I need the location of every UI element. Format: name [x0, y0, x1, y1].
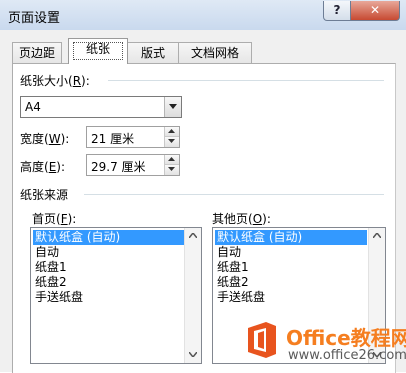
group-divider [84, 194, 384, 195]
width-label: 宽度(W): [20, 132, 70, 146]
width-value: 21 厘米 [91, 132, 135, 146]
height-increment-button[interactable] [165, 155, 179, 165]
chevron-up-icon [373, 233, 381, 238]
chevron-down-icon [169, 104, 177, 109]
chevron-up-icon [189, 233, 197, 238]
office26-watermark: Office教程网 www.office26.com [238, 292, 406, 370]
group-divider [108, 80, 384, 81]
list-item[interactable]: 自动 [33, 245, 59, 260]
height-decrement-button[interactable] [165, 165, 179, 175]
scroll-down-button[interactable] [185, 347, 201, 363]
width-increment-button[interactable] [165, 127, 179, 137]
first-page-tray-list[interactable]: 默认纸盒 (自动) 自动 纸盘1 纸盘2 手送纸盘 [30, 227, 202, 364]
watermark-url: www.office26.com [288, 348, 406, 363]
tab-document-grid[interactable]: 文档网格 [178, 42, 252, 63]
list-item[interactable]: 纸盘1 [33, 260, 67, 275]
title-bar: 页面设置 ? ✕ [0, 0, 406, 31]
scroll-up-button[interactable] [185, 228, 201, 244]
dropdown-button[interactable] [164, 97, 181, 117]
close-icon: ✕ [369, 3, 381, 17]
scrollbar[interactable] [184, 228, 201, 363]
first-page-label: 首页(F): [32, 212, 77, 226]
spin-down-icon [168, 139, 175, 143]
tab-margins[interactable]: 页边距 [12, 42, 62, 63]
watermark-brand: Office教程网 [286, 326, 406, 350]
width-spinner[interactable]: 21 厘米 [86, 126, 180, 148]
paper-size-group-title: 纸张大小(R): [20, 74, 90, 88]
list-item[interactable]: 纸盘2 [215, 275, 249, 290]
list-item[interactable]: 纸盘1 [215, 260, 249, 275]
chevron-down-icon [189, 352, 197, 357]
list-item[interactable]: 自动 [215, 245, 241, 260]
paper-size-select[interactable]: A4 [20, 96, 182, 118]
tab-paper[interactable]: 纸张 [68, 38, 128, 64]
close-button[interactable]: ✕ [350, 1, 400, 21]
spin-up-icon [168, 157, 175, 161]
window-title: 页面设置 [8, 11, 61, 26]
list-item[interactable]: 默认纸盒 (自动) [33, 230, 185, 245]
help-button[interactable]: ? [323, 1, 351, 21]
width-decrement-button[interactable] [165, 137, 179, 147]
list-item[interactable]: 默认纸盒 (自动) [215, 230, 367, 245]
height-spinner[interactable]: 29.7 厘米 [86, 154, 180, 176]
paper-size-value: A4 [25, 100, 41, 114]
office-logo-icon [248, 322, 276, 358]
focus-rectangle [73, 42, 123, 60]
other-pages-label: 其他页(O): [212, 212, 271, 226]
list-item[interactable]: 手送纸盘 [33, 290, 83, 305]
help-icon: ? [333, 3, 341, 17]
spin-down-icon [168, 167, 175, 171]
paper-source-group-title: 纸张来源 [20, 188, 69, 202]
spin-up-icon [168, 129, 175, 133]
tab-layout[interactable]: 版式 [126, 42, 180, 63]
scroll-up-button[interactable] [369, 228, 385, 244]
height-value: 29.7 厘米 [91, 160, 146, 174]
height-label: 高度(E): [20, 160, 66, 174]
list-item[interactable]: 纸盘2 [33, 275, 67, 290]
